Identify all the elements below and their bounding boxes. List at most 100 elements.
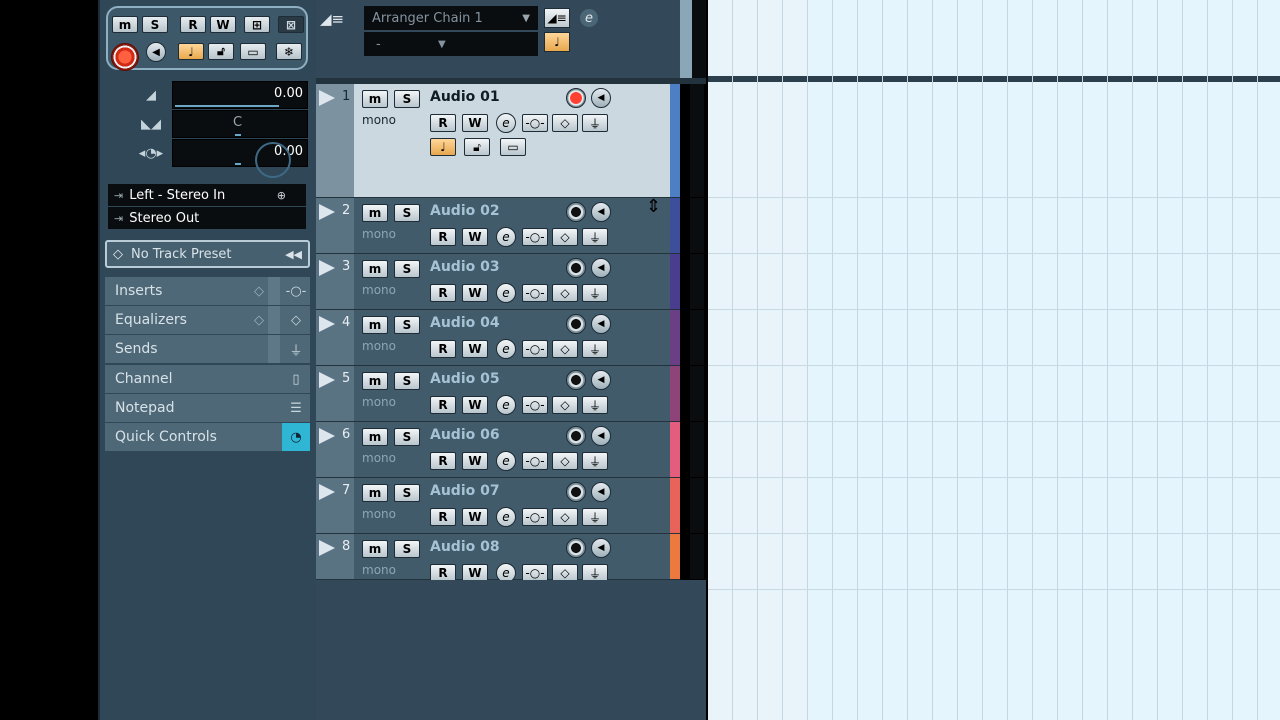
solo-button[interactable]: S [394, 540, 420, 558]
write-automation-button[interactable]: W [462, 228, 488, 246]
inserts-bypass-icon[interactable]: -○- [522, 396, 548, 414]
lock-icon[interactable]: 🔓︎ [208, 43, 234, 60]
track-row[interactable]: 7 m S Audio 07 mono ◀ R W e -○- ◇ ⏚ [316, 478, 704, 534]
solo-button[interactable]: S [394, 316, 420, 334]
sends-icon[interactable]: ⏚ [286, 339, 306, 359]
eq-bypass-icon[interactable]: ◇ [552, 114, 578, 132]
expand-triangle-icon[interactable] [319, 204, 335, 220]
track-name[interactable]: Audio 01 [430, 89, 500, 105]
mute-button[interactable]: m [362, 204, 388, 222]
write-automation-button[interactable]: W [462, 284, 488, 302]
write-automation-button[interactable]: W [462, 340, 488, 358]
sends-bypass-icon[interactable]: ⏚ [582, 114, 608, 132]
section-sends[interactable]: Sends ⏚ [105, 335, 310, 363]
track-row[interactable]: 3 m S Audio 03 mono ◀ R W e -○- ◇ ⏚ [316, 254, 704, 310]
arranger-icon[interactable]: ◢≡ [320, 10, 344, 28]
expand-triangle-icon[interactable] [319, 260, 335, 276]
eq-bypass-icon[interactable]: ◇ [552, 508, 578, 526]
track-row[interactable]: 2 m S Audio 02 mono ◀ R W e -○- ◇ ⏚ [316, 198, 704, 254]
monitor-icon[interactable]: ◀ [591, 482, 611, 502]
monitor-icon[interactable]: ◀ [591, 314, 611, 334]
inspector-write-button[interactable]: W [210, 16, 236, 33]
track-name[interactable]: Audio 05 [430, 371, 500, 387]
lanes-icon[interactable]: ▭ [240, 43, 266, 60]
expand-triangle-icon[interactable] [319, 316, 335, 332]
musical-time-icon[interactable]: ♩ [430, 138, 456, 156]
track-name[interactable]: Audio 02 [430, 203, 500, 219]
equalizer-icon[interactable]: ◇ [286, 310, 306, 330]
inspector-mute-button[interactable]: m [112, 16, 138, 33]
inserts-bypass-icon[interactable]: -○- [522, 340, 548, 358]
pan-fader[interactable]: C [172, 110, 308, 138]
mute-button[interactable]: m [362, 316, 388, 334]
inserts-icon[interactable]: -○- [286, 281, 307, 301]
arranger-mode-button[interactable]: ◢≡ [544, 8, 570, 28]
monitor-icon[interactable]: ◀ [591, 88, 611, 108]
record-enable-icon[interactable] [566, 258, 586, 278]
record-enable-icon[interactable] [566, 88, 586, 108]
record-enable-icon[interactable] [566, 370, 586, 390]
monitor-icon[interactable]: ◀ [591, 370, 611, 390]
input-routing[interactable]: ⇥ Left - Stereo In ⊕ [108, 184, 306, 206]
mute-button[interactable]: m [362, 540, 388, 558]
monitor-icon[interactable]: ◀ [591, 202, 611, 222]
arranger-edit-button[interactable]: e [580, 9, 598, 27]
delay-knob[interactable] [255, 142, 291, 178]
inspector-lane-button[interactable]: ⊞ [244, 16, 270, 33]
sends-bypass-icon[interactable]: ⏚ [582, 284, 608, 302]
inspector-solo-button[interactable]: S [142, 16, 168, 33]
lanes-icon[interactable]: ▭ [500, 138, 526, 156]
monitor-icon[interactable]: ◀ [146, 42, 166, 62]
monitor-icon[interactable]: ◀ [591, 258, 611, 278]
edit-channel-button[interactable]: e [496, 283, 516, 303]
musical-time-icon[interactable]: ♩ [544, 32, 570, 52]
read-automation-button[interactable]: R [430, 508, 456, 526]
track-row[interactable]: 5 m S Audio 05 mono ◀ R W e -○- ◇ ⏚ [316, 366, 704, 422]
notepad-icon[interactable]: ☰ [286, 398, 306, 418]
record-enable-icon[interactable] [566, 314, 586, 334]
inserts-bypass-icon[interactable]: -○- [522, 228, 548, 246]
mute-button[interactable]: m [362, 372, 388, 390]
write-automation-button[interactable]: W [462, 396, 488, 414]
expand-triangle-icon[interactable] [319, 484, 335, 500]
inspector-read-button[interactable]: R [180, 16, 206, 33]
record-enable-icon[interactable] [566, 426, 586, 446]
inserts-bypass-icon[interactable]: -○- [522, 284, 548, 302]
expand-triangle-icon[interactable] [319, 428, 335, 444]
input-link-icon[interactable]: ⊕ [277, 189, 286, 202]
edit-channel-button[interactable]: e [496, 339, 516, 359]
edit-channel-button[interactable]: e [496, 227, 516, 247]
section-channel[interactable]: Channel ▯ [105, 365, 310, 393]
inserts-bypass-icon[interactable]: -○- [522, 452, 548, 470]
eq-bypass-icon[interactable]: ◇ [552, 228, 578, 246]
record-enable-icon[interactable] [566, 482, 586, 502]
inserts-bypass-icon[interactable]: -○- [522, 114, 548, 132]
read-automation-button[interactable]: R [430, 396, 456, 414]
monitor-icon[interactable]: ◀ [591, 426, 611, 446]
edit-channel-button[interactable]: e [496, 113, 516, 133]
solo-button[interactable]: S [394, 204, 420, 222]
channel-icon[interactable]: ▯ [286, 369, 306, 389]
sends-bypass-icon[interactable]: ⏚ [582, 452, 608, 470]
lock-icon[interactable]: 🔓︎ [464, 138, 490, 156]
eq-bypass-icon[interactable]: ◇ [552, 452, 578, 470]
section-equalizers[interactable]: Equalizers ◇ ◇ [105, 306, 310, 334]
read-automation-button[interactable]: R [430, 284, 456, 302]
mute-button[interactable]: m [362, 260, 388, 278]
solo-button[interactable]: S [394, 428, 420, 446]
solo-button[interactable]: S [394, 260, 420, 278]
sends-bypass-icon[interactable]: ⏚ [582, 340, 608, 358]
track-name[interactable]: Audio 06 [430, 427, 500, 443]
freeze-icon[interactable]: ❄ [276, 43, 302, 60]
section-inserts[interactable]: Inserts ◇ -○- [105, 277, 310, 305]
read-automation-button[interactable]: R [430, 452, 456, 470]
section-notepad[interactable]: Notepad ☰ [105, 394, 310, 422]
mute-button[interactable]: m [362, 428, 388, 446]
edit-channel-button[interactable]: e [496, 507, 516, 527]
output-routing[interactable]: ⇥ Stereo Out [108, 207, 306, 229]
track-preset-selector[interactable]: ◇ No Track Preset ◀◀ [105, 240, 310, 268]
event-display[interactable] [708, 0, 1280, 720]
edit-channel-button[interactable]: e [496, 451, 516, 471]
write-automation-button[interactable]: W [462, 452, 488, 470]
expand-triangle-icon[interactable] [319, 372, 335, 388]
